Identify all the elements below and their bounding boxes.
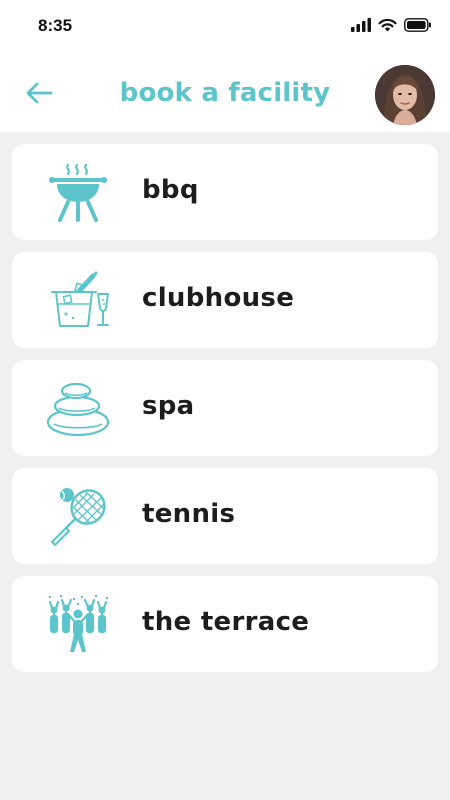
facility-label: tennis — [142, 499, 236, 529]
facility-list: bbq clubhouse spa tennis the terrace — [12, 144, 438, 684]
facility-item-spa[interactable]: spa — [12, 360, 438, 456]
status-time: 8:35 — [38, 16, 73, 35]
facility-item-tennis[interactable]: tennis — [12, 468, 438, 564]
facility-label: spa — [142, 391, 195, 421]
tennis-racket-icon — [42, 486, 114, 546]
party-crowd-icon — [42, 594, 114, 654]
avatar-image — [375, 65, 435, 125]
status-bar: 8:35 — [0, 0, 450, 56]
battery-icon — [404, 18, 432, 37]
facility-item-clubhouse[interactable]: clubhouse — [12, 252, 438, 348]
facility-label: the terrace — [142, 607, 310, 637]
spa-stones-icon — [42, 378, 114, 438]
header: book a facility — [0, 56, 450, 132]
avatar[interactable] — [375, 65, 435, 125]
status-icons — [351, 18, 432, 37]
facility-label: bbq — [142, 175, 199, 205]
facility-item-bbq[interactable]: bbq — [12, 144, 438, 240]
wifi-icon — [378, 18, 397, 37]
champagne-bucket-icon — [42, 270, 114, 330]
bbq-grill-icon — [42, 162, 114, 222]
facility-label: clubhouse — [142, 283, 295, 313]
app-screen: 8:35 book a facility bbq clubhouse spa t… — [0, 0, 450, 800]
facility-item-the-terrace[interactable]: the terrace — [12, 576, 438, 672]
signal-icon — [351, 18, 371, 37]
